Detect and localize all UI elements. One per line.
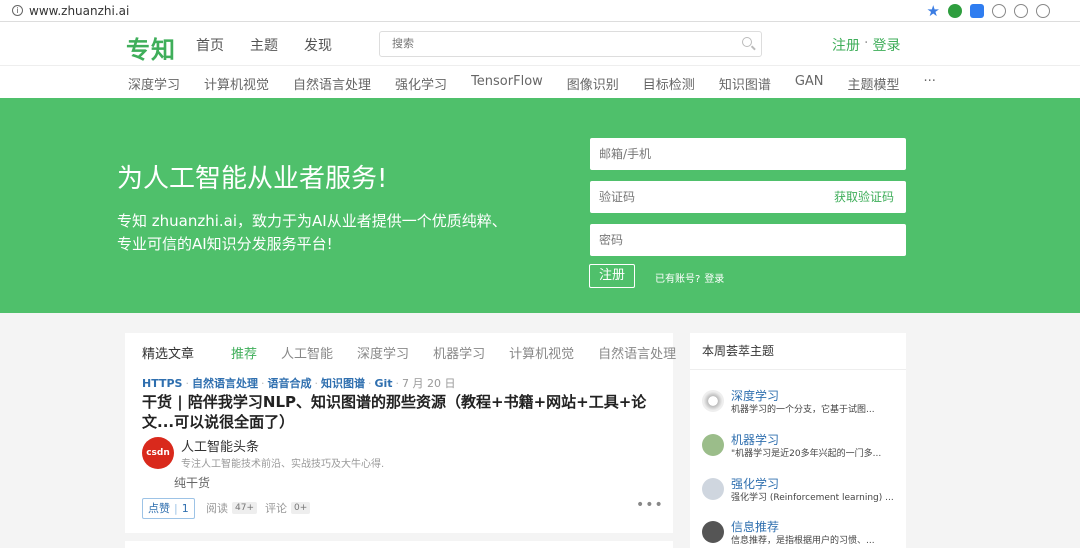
weekly-topics-sidebar: 本周荟萃主题 深度学习 机器学习的一个分支，它基于试图... 机器学习 "机器学…	[690, 333, 906, 548]
topic-desc: 强化学习 (Reinforcement learning) ...	[731, 493, 894, 503]
topic-more[interactable]: ···	[924, 74, 936, 93]
nav-home[interactable]: 首页	[196, 35, 224, 55]
browser-address-bar: i www.zhuanzhi.ai ★	[0, 0, 1080, 22]
article-feed-card: 精选文章 推荐 人工智能 深度学习 机器学习 计算机视觉 自然语言处理 HTTP…	[125, 333, 676, 533]
topic-object-detection[interactable]: 目标检测	[643, 74, 695, 93]
has-account-label: 已有账号?	[655, 274, 701, 285]
tab-ai[interactable]: 人工智能	[281, 343, 333, 362]
email-placeholder: 邮箱/手机	[599, 147, 652, 161]
sidebar-topic-machine-learning[interactable]: 机器学习 "机器学习是近20多年兴起的一门多...	[702, 431, 902, 461]
main-nav: 首页 主题 发现	[196, 35, 332, 55]
topic-desc: "机器学习是近20多年兴起的一门多...	[731, 449, 882, 459]
more-options-icon[interactable]: •••	[636, 497, 664, 513]
comment-stat[interactable]: 评论 0+	[265, 500, 311, 516]
read-count: 47+	[232, 502, 257, 514]
like-count: 1	[181, 502, 189, 515]
sidebar-topic-recommendation[interactable]: 信息推荐 信息推荐，是指根据用户的习惯、...	[702, 518, 902, 548]
get-code-button[interactable]: 获取验证码	[834, 181, 894, 213]
shield-extension-icon[interactable]	[1036, 3, 1050, 18]
search-input[interactable]	[380, 32, 720, 56]
url-field[interactable]: www.zhuanzhi.ai	[29, 4, 927, 18]
login-link[interactable]: 登录	[872, 35, 900, 55]
hero-title: 为人工智能从业者服务!	[117, 164, 388, 194]
register-link[interactable]: 注册	[832, 35, 860, 55]
machine-learning-icon	[702, 434, 724, 456]
reinforcement-learning-icon	[702, 478, 724, 500]
has-account-text: 已有账号? 登录	[651, 270, 724, 285]
tab-machine-learning[interactable]: 机器学习	[433, 343, 485, 362]
search-box	[379, 31, 762, 57]
author-avatar[interactable]: csdn	[142, 437, 174, 469]
topic-nlp[interactable]: 自然语言处理	[293, 74, 371, 93]
bookmark-star-icon[interactable]: ★	[927, 2, 940, 20]
tag-knowledge-graph[interactable]: 知识图谱	[321, 377, 365, 390]
hero-login-link[interactable]: 登录	[704, 274, 724, 285]
like-button[interactable]: 点赞 | 1	[142, 498, 195, 519]
article-summary: 纯干货	[174, 476, 211, 490]
feed-title: 精选文章	[142, 347, 195, 362]
topic-desc: 机器学习的一个分支，它基于试图...	[731, 405, 875, 415]
tag-speech-synthesis[interactable]: 语音合成	[267, 377, 311, 390]
topic-tensorflow[interactable]: TensorFlow	[471, 74, 543, 93]
auth-links: 注册 · 登录	[832, 35, 900, 55]
next-article-card	[125, 541, 673, 548]
verification-code-field[interactable]: 验证码 获取验证码	[590, 181, 906, 213]
password-placeholder: 密码	[599, 233, 624, 247]
author-name[interactable]: 人工智能头条	[181, 436, 259, 455]
topic-computer-vision[interactable]: 计算机视觉	[204, 74, 269, 93]
topic-nav: 深度学习 计算机视觉 自然语言处理 强化学习 TensorFlow 图像识别 目…	[0, 66, 1080, 98]
tag-https[interactable]: HTTPS	[142, 377, 182, 390]
topic-knowledge-graph[interactable]: 知识图谱	[719, 74, 771, 93]
feed-tabs: 精选文章 推荐 人工智能 深度学习 机器学习 计算机视觉 自然语言处理	[142, 343, 700, 362]
article-tags: HTTPS · 自然语言处理 · 语音合成 · 知识图谱 · Git · 7 月 20 日	[142, 377, 456, 390]
sidebar-title: 本周荟萃主题	[690, 333, 906, 370]
search-icon[interactable]	[742, 37, 752, 47]
read-stat: 阅读 47+	[206, 500, 257, 516]
topic-desc: 信息推荐，是指根据用户的习惯、...	[731, 536, 875, 546]
info-icon[interactable]: i	[12, 5, 23, 16]
code-placeholder: 验证码	[599, 190, 636, 204]
hero-banner: 为人工智能从业者服务! 专知 zhuanzhi.ai，致力于为AI从业者提供一个…	[0, 98, 1080, 313]
article-date: 7 月 20 日	[402, 377, 456, 390]
separator-dot: ·	[864, 35, 869, 51]
email-field[interactable]: 邮箱/手机	[590, 138, 906, 170]
tab-computer-vision[interactable]: 计算机视觉	[509, 343, 574, 362]
sidebar-topic-reinforcement-learning[interactable]: 强化学习 强化学习 (Reinforcement learning) ...	[702, 475, 902, 505]
extension-circle-icon[interactable]	[992, 3, 1006, 18]
site-logo[interactable]: 专知	[126, 30, 176, 65]
like-label: 点赞	[148, 502, 170, 515]
nav-topics[interactable]: 主题	[250, 35, 278, 55]
site-header: 专知 首页 主题 发现 注册 · 登录	[0, 22, 1080, 66]
sidebar-topic-deep-learning[interactable]: 深度学习 机器学习的一个分支，它基于试图...	[702, 387, 902, 417]
topic-image-recognition[interactable]: 图像识别	[567, 74, 619, 93]
article-title[interactable]: 干货 | 陪伴我学习NLP、知识图谱的那些资源（教程+书籍+网站+工具+论文..…	[142, 392, 647, 432]
topic-deep-learning[interactable]: 深度学习	[128, 74, 180, 93]
tab-nlp[interactable]: 自然语言处理	[598, 343, 676, 362]
register-button[interactable]: 注册	[589, 264, 635, 288]
deep-learning-icon	[702, 390, 724, 412]
tab-deep-learning[interactable]: 深度学习	[357, 343, 409, 362]
extension-icon[interactable]	[970, 3, 984, 18]
author-description: 专注人工智能技术前沿、实战技巧及大牛心得.	[181, 459, 385, 470]
evernote-extension-icon[interactable]	[948, 3, 962, 18]
topic-gan[interactable]: GAN	[795, 74, 824, 93]
password-field[interactable]: 密码	[590, 224, 906, 256]
nav-discover[interactable]: 发现	[304, 35, 332, 55]
recommendation-icon	[702, 521, 724, 543]
topic-topic-model[interactable]: 主题模型	[848, 74, 900, 93]
comment-count: 0+	[291, 502, 311, 514]
tab-recommended[interactable]: 推荐	[231, 343, 257, 362]
topic-reinforcement-learning[interactable]: 强化学习	[395, 74, 447, 93]
hero-description: 专知 zhuanzhi.ai，致力于为AI从业者提供一个优质纯粹、专业可信的AI…	[117, 212, 507, 253]
tag-nlp[interactable]: 自然语言处理	[192, 377, 258, 390]
read-label: 阅读	[206, 502, 228, 515]
extension-circle-icon-2[interactable]	[1014, 3, 1028, 18]
tag-git[interactable]: Git	[374, 377, 392, 390]
comment-label: 评论	[265, 502, 287, 515]
